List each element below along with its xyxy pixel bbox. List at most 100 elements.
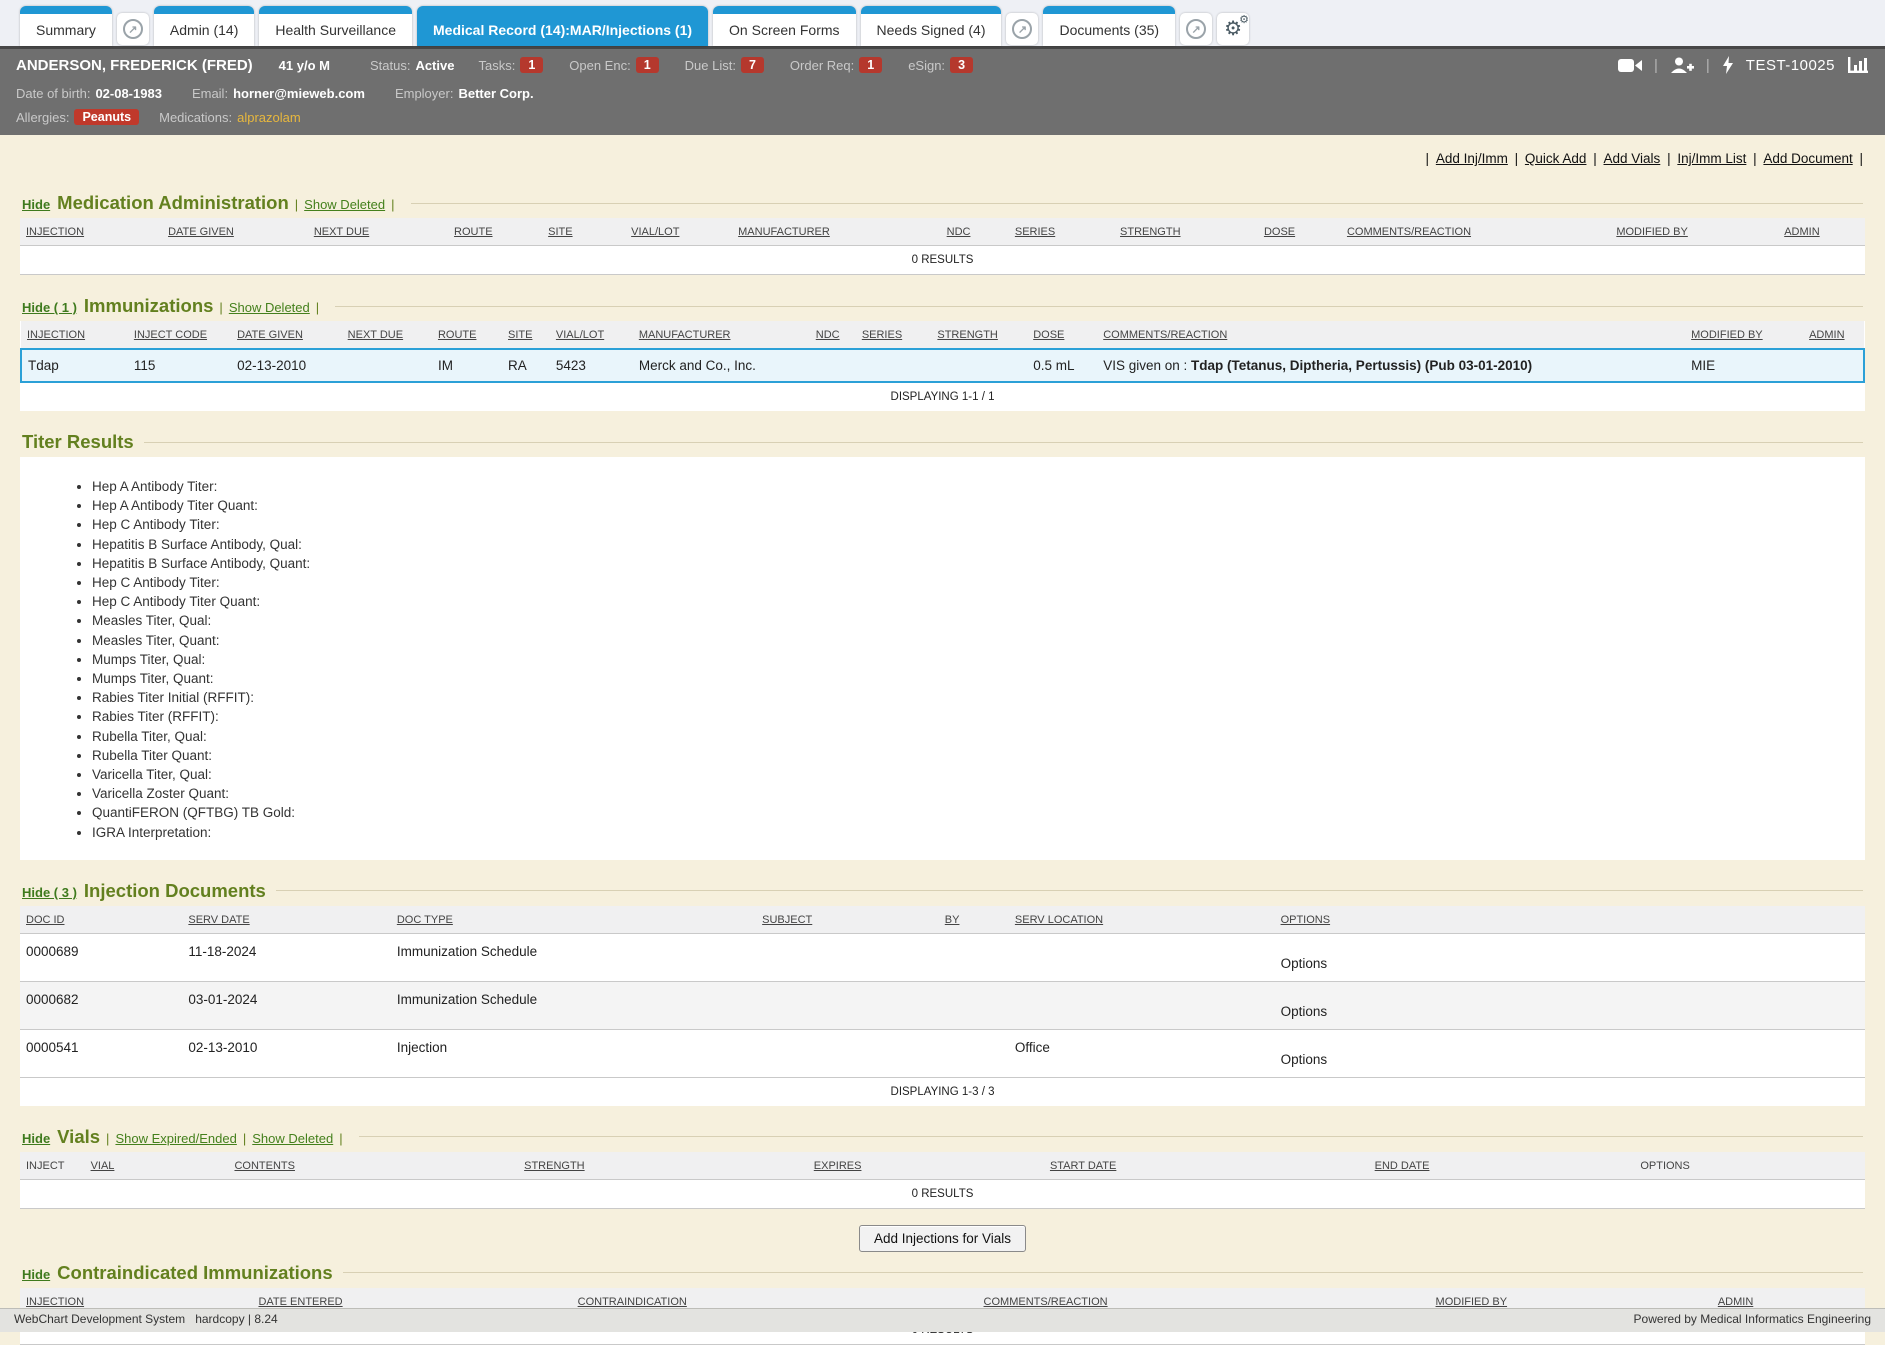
col-header-doc-id[interactable]: DOC ID <box>20 906 182 934</box>
tab-medical-record[interactable]: Medical Record (14):MAR/Injections (1) <box>417 6 708 46</box>
col-header-route[interactable]: ROUTE <box>432 321 502 349</box>
settings-button[interactable]: ⚙⚙ <box>1217 13 1249 45</box>
separator: | <box>339 1131 342 1146</box>
col-header-admin[interactable]: ADMIN <box>1803 321 1864 349</box>
col-header-next-due[interactable]: NEXT DUE <box>308 218 448 246</box>
separator: | <box>106 1131 109 1146</box>
col-header-date-given[interactable]: DATE GIVEN <box>231 321 342 349</box>
cell-modified-by: MIE <box>1685 349 1803 382</box>
document-row[interactable]: 0000682 03-01-2024 Immunization Schedule… <box>20 981 1865 1029</box>
order-req-count-badge[interactable]: 1 <box>859 57 882 73</box>
hide-medication-administration-link[interactable]: Hide <box>22 197 50 212</box>
add-inj-imm-link[interactable]: Add Inj/Imm <box>1436 151 1508 166</box>
tab-health-surveillance-label: Health Surveillance <box>275 22 396 38</box>
col-header-site[interactable]: SITE <box>502 321 550 349</box>
col-header-inject-code[interactable]: INJECT CODE <box>128 321 231 349</box>
tab-admin-label: Admin (14) <box>170 22 238 38</box>
col-header-manufacturer[interactable]: MANUFACTURER <box>732 218 940 246</box>
add-injections-for-vials-button[interactable]: Add Injections for Vials <box>859 1225 1026 1252</box>
allergy-badge[interactable]: Peanuts <box>74 109 139 125</box>
col-header-by[interactable]: BY <box>939 906 1009 934</box>
show-deleted-link[interactable]: Show Deleted <box>252 1131 333 1146</box>
quick-add-link[interactable]: Quick Add <box>1525 151 1587 166</box>
col-header-route[interactable]: ROUTE <box>448 218 542 246</box>
col-header-strength[interactable]: STRENGTH <box>518 1152 808 1180</box>
col-header-start-date[interactable]: START DATE <box>1044 1152 1369 1180</box>
cell-doc-id: 0000689 <box>20 933 182 981</box>
esign-count-badge[interactable]: 3 <box>950 57 973 73</box>
medication-administration-title: Medication Administration <box>57 192 289 214</box>
col-header-end-date[interactable]: END DATE <box>1369 1152 1635 1180</box>
col-header-comments-reaction[interactable]: COMMENTS/REACTION <box>1097 321 1685 349</box>
document-row[interactable]: 0000689 11-18-2024 Immunization Schedule… <box>20 933 1865 981</box>
email-label: Email: <box>192 86 228 101</box>
col-header-next-due[interactable]: NEXT DUE <box>342 321 432 349</box>
bar-chart-icon[interactable] <box>1847 56 1869 74</box>
col-header-vial-lot[interactable]: VIAL/LOT <box>550 321 633 349</box>
col-header-expires[interactable]: EXPIRES <box>808 1152 1044 1180</box>
tab-health-surveillance[interactable]: Health Surveillance <box>259 6 412 46</box>
col-header-contents[interactable]: CONTENTS <box>228 1152 518 1180</box>
col-header-series[interactable]: SERIES <box>856 321 932 349</box>
col-header-strength[interactable]: STRENGTH <box>931 321 1027 349</box>
col-header-serv-date[interactable]: SERV DATE <box>182 906 390 934</box>
col-header-modified-by[interactable]: MODIFIED BY <box>1685 321 1803 349</box>
col-header-dose[interactable]: DOSE <box>1027 321 1097 349</box>
show-deleted-link[interactable]: Show Deleted <box>304 197 385 212</box>
col-header-subject[interactable]: SUBJECT <box>756 906 939 934</box>
col-header-ndc[interactable]: NDC <box>810 321 856 349</box>
col-header-injection[interactable]: INJECTION <box>20 218 162 246</box>
col-header-manufacturer[interactable]: MANUFACTURER <box>633 321 810 349</box>
hide-immunizations-link[interactable]: Hide ( 1 ) <box>22 300 77 315</box>
summary-popout-button[interactable]: ↗ <box>117 13 149 45</box>
col-header-admin[interactable]: ADMIN <box>1778 218 1865 246</box>
options-link[interactable]: Options <box>1281 956 1328 971</box>
col-header-dose[interactable]: DOSE <box>1258 218 1341 246</box>
immunization-row-tdap[interactable]: Tdap 115 02-13-2010 IM RA 5423 Merck and… <box>21 349 1864 382</box>
due-list-count-badge[interactable]: 7 <box>741 57 764 73</box>
col-header-series[interactable]: SERIES <box>1009 218 1114 246</box>
separator: | <box>1515 151 1519 166</box>
tab-needs-signed[interactable]: Needs Signed (4) <box>861 6 1002 46</box>
tab-admin[interactable]: Admin (14) <box>154 6 254 46</box>
hide-injection-documents-link[interactable]: Hide ( 3 ) <box>22 885 77 900</box>
tasks-count-badge[interactable]: 1 <box>520 57 543 73</box>
video-camera-icon[interactable] <box>1618 58 1642 73</box>
inj-imm-list-link[interactable]: Inj/Imm List <box>1677 151 1746 166</box>
patient-header-bar: ANDERSON, FREDERICK (FRED) 41 y/o M Stat… <box>0 46 1885 135</box>
add-document-link[interactable]: Add Document <box>1763 151 1852 166</box>
col-header-site[interactable]: SITE <box>542 218 625 246</box>
tab-on-screen-forms[interactable]: On Screen Forms <box>713 6 855 46</box>
options-link[interactable]: Options <box>1281 1052 1328 1067</box>
tab-documents[interactable]: Documents (35) <box>1043 6 1175 46</box>
col-header-strength[interactable]: STRENGTH <box>1114 218 1258 246</box>
col-header-ndc[interactable]: NDC <box>941 218 1009 246</box>
col-header-doc-type[interactable]: DOC TYPE <box>391 906 756 934</box>
displaying-text: DISPLAYING 1-1 / 1 <box>21 382 1864 411</box>
col-header-comments-reaction[interactable]: COMMENTS/REACTION <box>1341 218 1610 246</box>
options-link[interactable]: Options <box>1281 1004 1328 1019</box>
medications-value[interactable]: alprazolam <box>237 110 301 125</box>
col-header-vial-lot[interactable]: VIAL/LOT <box>625 218 732 246</box>
needs-signed-popout-button[interactable]: ↗ <box>1006 13 1038 45</box>
col-header-serv-location[interactable]: SERV LOCATION <box>1009 906 1275 934</box>
lightning-bolt-icon[interactable] <box>1722 56 1734 74</box>
hide-vials-link[interactable]: Hide <box>22 1131 50 1146</box>
col-header-options[interactable]: OPTIONS <box>1275 906 1865 934</box>
show-expired-ended-link[interactable]: Show Expired/Ended <box>115 1131 236 1146</box>
add-person-icon[interactable] <box>1670 57 1694 74</box>
add-vials-link[interactable]: Add Vials <box>1604 151 1661 166</box>
col-header-vial[interactable]: VIAL <box>85 1152 229 1180</box>
col-header-modified-by[interactable]: MODIFIED BY <box>1610 218 1778 246</box>
immunizations-title: Immunizations <box>84 295 214 317</box>
col-header-date-given[interactable]: DATE GIVEN <box>162 218 308 246</box>
patient-name: ANDERSON, FREDERICK (FRED) <box>16 57 253 74</box>
document-row[interactable]: 0000541 02-13-2010 Injection Office Opti… <box>20 1029 1865 1077</box>
show-deleted-link[interactable]: Show Deleted <box>229 300 310 315</box>
col-header-injection[interactable]: INJECTION <box>21 321 128 349</box>
open-enc-count-badge[interactable]: 1 <box>636 57 659 73</box>
tab-summary[interactable]: Summary <box>20 6 112 46</box>
documents-popout-button[interactable]: ↗ <box>1180 13 1212 45</box>
hide-contraindicated-link[interactable]: Hide <box>22 1267 50 1282</box>
main-content: | Add Inj/Imm | Quick Add | Add Vials | … <box>0 135 1885 1345</box>
